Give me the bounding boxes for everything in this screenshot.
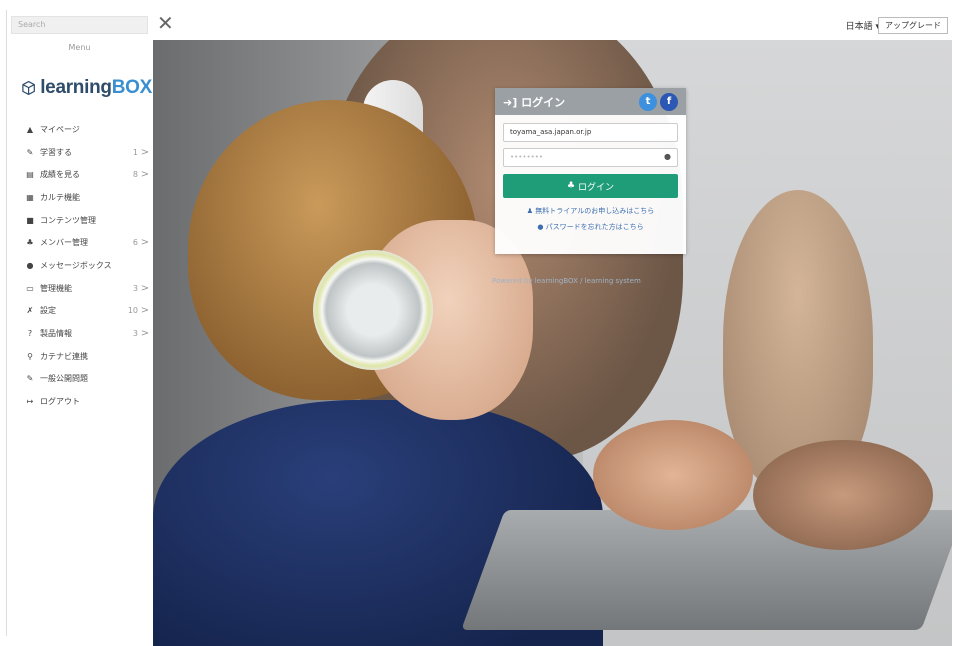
- sidebar-item[interactable]: ▦ カルテ機能: [7, 186, 152, 209]
- nav-menu: ▲ マイページ ✎ 学習する 1 > ▤ 成績を見る 8 > ▦ カルテ機能 ■ コンテンツ管理 ♣ メンバー…: [7, 118, 152, 413]
- sidebar-item[interactable]: ▲ マイページ: [7, 118, 152, 141]
- sidebar-item-label: カルテ機能: [40, 192, 80, 202]
- powered-by-link[interactable]: Powered by learningBOX / learning system: [492, 277, 641, 285]
- sidebar-item[interactable]: ♣ メンバー管理 6 >: [7, 231, 152, 254]
- username-field[interactable]: toyama_asa.japan.or.jp: [503, 123, 678, 142]
- login-title: ➜] ログイン: [503, 95, 566, 109]
- eye-icon[interactable]: ●: [664, 152, 671, 161]
- sns-buttons: t f: [636, 92, 678, 111]
- sidebar-item-label: マイページ: [40, 124, 80, 134]
- logout-icon: ↦: [26, 397, 34, 407]
- users-icon: ♣: [567, 181, 576, 191]
- search-input[interactable]: Search: [11, 16, 148, 34]
- sidebar-item[interactable]: ? 製品情報 3 >: [7, 322, 152, 345]
- close-icon[interactable]: ✕: [157, 12, 174, 34]
- login-panel: ➜] ログイン t f toyama_asa.japan.or.jp •••••…: [495, 88, 686, 254]
- password-field[interactable]: •••••••• ●: [503, 148, 678, 167]
- chevron-right-icon: >: [140, 305, 150, 317]
- sidebar-item[interactable]: ✗ 設定 10 >: [7, 300, 152, 323]
- sidebar-item[interactable]: ● メッセージボックス: [7, 254, 152, 277]
- sidebar-item-label: 一般公開問題: [40, 374, 88, 384]
- sidebar-item[interactable]: ✎ 学習する 1 >: [7, 141, 152, 164]
- menu-label: Menu: [68, 43, 91, 52]
- top-bar: ✕ 日本語 ▾ アップグレード: [153, 10, 952, 40]
- person-icon: ▲: [26, 124, 34, 134]
- sidebar: Search Menu learningBOX ▲ マイページ ✎ 学習する 1 > ▤ 成績…: [6, 10, 152, 636]
- message-icon: ●: [26, 260, 34, 270]
- sidebar-item-label: コンテンツ管理: [40, 215, 96, 225]
- learningbox-logo-icon: [22, 80, 35, 96]
- sidebar-item-label: 成績を見る: [40, 170, 80, 180]
- sidebar-item[interactable]: ⚲ カテナビ連携: [7, 345, 152, 368]
- sidebar-item-label: 製品情報: [40, 329, 72, 339]
- pencil-icon: ✎: [26, 374, 34, 384]
- sidebar-item-count: 3: [132, 329, 138, 339]
- sidebar-item[interactable]: ✎ 一般公開問題: [7, 368, 152, 391]
- sidebar-item-label: メンバー管理: [40, 238, 88, 248]
- user-plus-icon: ♟: [526, 207, 534, 215]
- chart-icon: ▤: [26, 170, 34, 180]
- chevron-right-icon: >: [140, 146, 150, 158]
- photo-headphone: [313, 250, 433, 370]
- sidebar-item[interactable]: ↦ ログアウト: [7, 390, 152, 413]
- login-button[interactable]: ♣ ログイン: [503, 174, 678, 198]
- sidebar-item[interactable]: ■ コンテンツ管理: [7, 209, 152, 232]
- chevron-right-icon: >: [140, 237, 150, 249]
- login-icon: ➜]: [503, 95, 518, 109]
- link-icon: ⚲: [27, 351, 33, 361]
- question-circle-icon: ●: [537, 223, 544, 231]
- photo-adult-hand: [753, 440, 933, 550]
- forgot-password-link[interactable]: ● パスワードを忘れた方はこちら: [495, 222, 686, 232]
- logo[interactable]: learningBOX: [21, 68, 152, 108]
- sidebar-item[interactable]: ▤ 成績を見る 8 >: [7, 163, 152, 186]
- users-icon: ♣: [26, 238, 34, 248]
- photo-hand: [593, 420, 753, 530]
- sidebar-item-label: 学習する: [40, 147, 72, 157]
- sidebar-item-count: 6: [132, 238, 138, 248]
- facebook-icon[interactable]: f: [660, 92, 678, 111]
- wrench-icon: ✗: [26, 306, 34, 316]
- sidebar-item-label: メッセージボックス: [40, 260, 112, 270]
- trial-link[interactable]: ♟ 無料トライアルのお申し込みはこちら: [495, 206, 686, 216]
- sidebar-item-count: 10: [127, 306, 138, 316]
- sidebar-item-count: 3: [132, 283, 138, 293]
- folder-icon: ■: [26, 215, 34, 225]
- logo-text: learningBOX: [40, 77, 152, 98]
- sidebar-item-label: 管理機能: [40, 283, 72, 293]
- sidebar-item-label: ログアウト: [40, 397, 80, 407]
- sidebar-item-label: 設定: [40, 306, 56, 316]
- language-selector[interactable]: 日本語 ▾: [846, 19, 880, 32]
- monitor-icon: ▭: [26, 283, 34, 293]
- chevron-right-icon: >: [140, 282, 150, 294]
- table-icon: ▦: [26, 192, 34, 202]
- chevron-right-icon: >: [140, 328, 150, 340]
- sidebar-item-count: 8: [132, 170, 138, 180]
- twitter-icon[interactable]: t: [639, 92, 657, 111]
- chevron-right-icon: >: [140, 169, 150, 181]
- sidebar-item[interactable]: ▭ 管理機能 3 >: [7, 277, 152, 300]
- pencil-icon: ✎: [26, 147, 34, 157]
- sidebar-item-count: 1: [132, 147, 138, 157]
- question-icon: ?: [27, 329, 33, 339]
- upgrade-button[interactable]: アップグレード: [878, 17, 948, 34]
- login-header: ➜] ログイン t f: [495, 88, 686, 115]
- sidebar-item-label: カテナビ連携: [40, 351, 88, 361]
